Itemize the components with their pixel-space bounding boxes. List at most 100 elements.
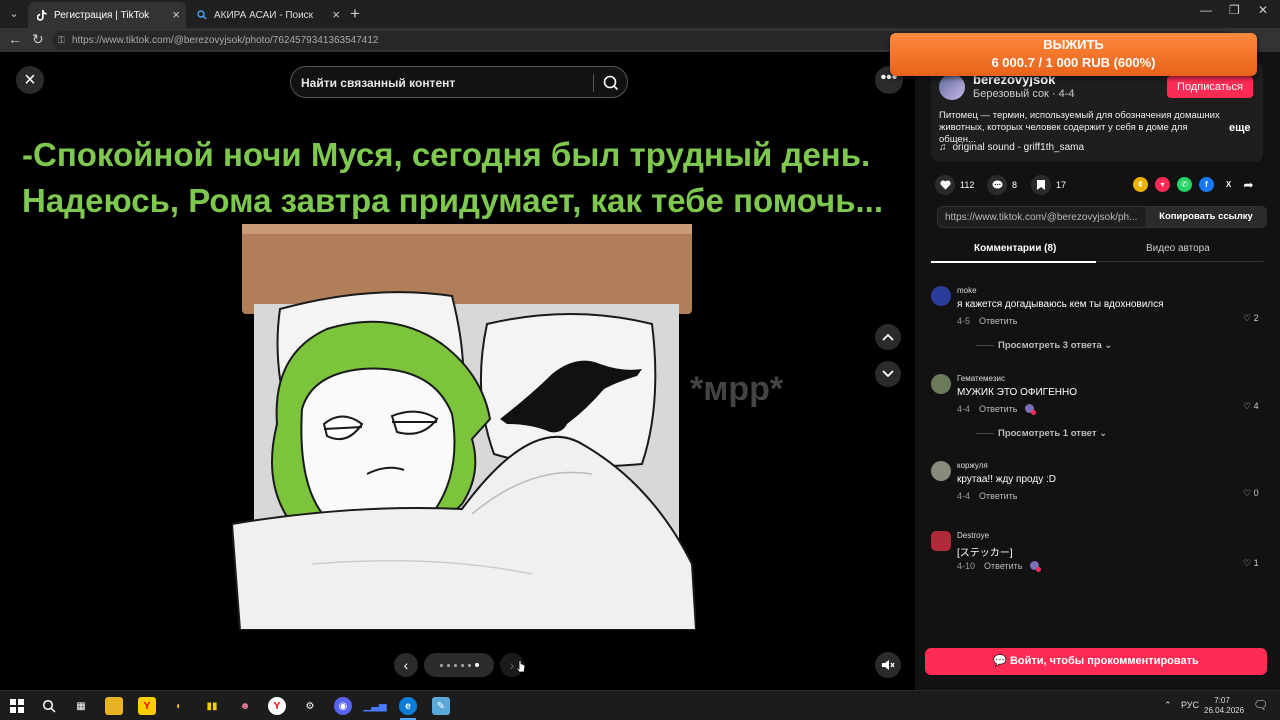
notepad-icon[interactable]: ✎ xyxy=(432,697,450,715)
comment-like-button[interactable]: ♡ 0 xyxy=(1243,488,1259,499)
previous-post-button[interactable] xyxy=(875,324,901,350)
search-input[interactable]: Найти связанный контент xyxy=(301,76,455,90)
login-to-comment-label: Войти, чтобы прокомментировать xyxy=(1009,655,1199,667)
facebook-icon[interactable]: f xyxy=(1199,177,1214,192)
comment-meta: 4-5 Ответить xyxy=(957,316,1018,326)
search-icon[interactable] xyxy=(40,697,58,715)
copy-link-button[interactable]: Копировать ссылку xyxy=(1145,207,1267,227)
yandex-icon[interactable]: Y xyxy=(138,697,156,715)
tab-comments[interactable]: Комментарии (8) xyxy=(974,243,1056,254)
tab-actions-menu-button[interactable]: ⌄ xyxy=(4,4,24,24)
coin-share-icon[interactable]: ¢ xyxy=(1133,177,1148,192)
reply-button[interactable]: Ответить xyxy=(979,316,1017,326)
tray-overflow-icon[interactable]: ⌃ xyxy=(1164,700,1172,711)
comment-like-count: 4 xyxy=(1253,401,1259,411)
related-content-search[interactable]: Найти связанный контент xyxy=(290,66,628,98)
casino-ad-banner[interactable]: ВЫЖИТЬ 6 000.7 / 1 000 RUB (600%) xyxy=(890,33,1257,76)
new-tab-button[interactable]: + xyxy=(350,4,360,24)
commenter-avatar[interactable] xyxy=(931,374,951,394)
notifications-icon[interactable]: 🗨 xyxy=(1253,698,1268,712)
edge-browser-icon[interactable]: e xyxy=(399,697,417,715)
close-viewer-button[interactable]: × xyxy=(16,66,44,94)
author-avatar[interactable] xyxy=(939,74,965,100)
previous-photo-button[interactable]: ‹ xyxy=(394,653,418,677)
restore-icon[interactable]: ❐ xyxy=(1229,3,1240,17)
reply-button[interactable]: Ответить xyxy=(984,561,1022,571)
creator-reply-badge xyxy=(1029,561,1041,573)
ad-amount: 6 000.7 / 1 000 RUB (600%) xyxy=(991,55,1156,70)
browser-tab-tiktok[interactable]: Регистрация | TikTok × xyxy=(28,2,186,28)
close-window-icon[interactable]: ✕ xyxy=(1258,3,1268,17)
commenter-name[interactable]: Гематемезис xyxy=(957,374,1005,383)
reply-button[interactable]: Ответить xyxy=(979,404,1017,414)
file-explorer-icon[interactable] xyxy=(105,697,123,715)
follow-button[interactable]: Подписаться xyxy=(1167,76,1253,98)
view-replies-link[interactable]: Просмотреть 1 ответ ⌄ xyxy=(976,428,1107,439)
chart-app-icon[interactable]: ▁▃▅ xyxy=(363,697,387,715)
comment-like-count: 0 xyxy=(1253,488,1259,498)
like-action[interactable]: 112 xyxy=(935,174,974,196)
comment-like-button[interactable]: ♡ 2 xyxy=(1243,313,1259,324)
tab-author-videos[interactable]: Видео автора xyxy=(1146,243,1210,254)
reload-icon[interactable]: ↻ xyxy=(32,31,44,48)
search-icon xyxy=(196,9,208,21)
taskbar-clock[interactable]: 7:07 26.04.2026 xyxy=(1204,696,1244,716)
discord-icon[interactable]: ◉ xyxy=(334,697,352,715)
comment-like-button[interactable]: ♡ 1 xyxy=(1243,558,1259,569)
sound-link[interactable]: ♫ original sound - griff1th_sama xyxy=(939,142,1084,153)
repost-share-icon[interactable]: ▾ xyxy=(1155,177,1170,192)
minimize-icon[interactable]: — xyxy=(1200,3,1212,17)
steam-icon[interactable]: ⚙ xyxy=(301,697,319,715)
next-post-button[interactable] xyxy=(875,361,901,387)
x-icon[interactable]: X xyxy=(1221,177,1236,192)
mouse-pointer-icon xyxy=(516,660,526,673)
comment-count: 8 xyxy=(1012,180,1018,190)
yandex-browser-icon[interactable]: Y xyxy=(268,697,286,715)
app-bars-icon[interactable]: ▮▮ xyxy=(203,697,221,715)
description-more-link[interactable]: еще xyxy=(1229,122,1251,134)
pagination-dot[interactable] xyxy=(460,663,464,667)
back-arrow-icon[interactable]: ← xyxy=(8,31,22,47)
share-link-text[interactable]: https://www.tiktok.com/@berezovyjsok/ph.… xyxy=(945,212,1137,223)
close-tab-icon[interactable]: × xyxy=(332,7,340,22)
sound-title: original sound - griff1th_sama xyxy=(952,142,1085,153)
site-info-icon[interactable]: ⚿ xyxy=(58,31,65,50)
search-icon[interactable] xyxy=(601,73,621,93)
whatsapp-icon[interactable]: ✆ xyxy=(1177,177,1192,192)
comment-text: МУЖИК ЭТО ОФИГЕННО xyxy=(957,387,1077,398)
pagination-dot[interactable] xyxy=(467,663,471,667)
windows-start-icon[interactable] xyxy=(8,697,26,715)
commenter-avatar[interactable] xyxy=(931,461,951,481)
commenter-name[interactable]: Destroye xyxy=(957,531,989,540)
commenter-name[interactable]: moke xyxy=(957,286,977,295)
share-arrow-icon[interactable]: ➦ xyxy=(1241,177,1256,192)
commenter-avatar[interactable] xyxy=(931,531,951,551)
search-divider xyxy=(593,74,594,92)
post-description: Питомец — термин, используемый для обозн… xyxy=(939,110,1220,145)
commenter-name[interactable]: коржуля xyxy=(957,461,988,470)
view-replies-label: Просмотреть 3 ответа xyxy=(998,340,1102,351)
active-tab-indicator xyxy=(931,261,1096,263)
commenter-avatar[interactable] xyxy=(931,286,951,306)
mute-button[interactable] xyxy=(875,652,901,678)
comment-like-button[interactable]: ♡ 4 xyxy=(1243,401,1259,412)
character-app-icon[interactable]: ☻ xyxy=(236,697,254,715)
view-replies-link[interactable]: Просмотреть 3 ответа ⌄ xyxy=(976,340,1112,351)
language-indicator[interactable]: РУС xyxy=(1181,700,1199,710)
browser-tab-search[interactable]: АКИРА АСАИ - Поиск × xyxy=(188,2,346,28)
reply-button[interactable]: Ответить xyxy=(979,491,1017,501)
purr-text: *мрр* xyxy=(690,370,784,408)
close-tab-icon[interactable]: × xyxy=(172,7,180,22)
comment-action[interactable]: 8 xyxy=(987,174,1017,196)
pagination-dot-active[interactable] xyxy=(474,663,479,667)
pagination-dot[interactable] xyxy=(439,663,443,667)
photo-viewer: × Найти связанный контент ••• -Спокойной… xyxy=(0,52,915,690)
save-action[interactable]: 17 xyxy=(1031,174,1066,196)
pagination-dot[interactable] xyxy=(453,663,457,667)
login-to-comment-button[interactable]: 💬 Войти, чтобы прокомментировать xyxy=(925,648,1267,675)
app-circle-icon[interactable]: ◐ xyxy=(170,697,188,715)
task-view-icon[interactable]: ▦ xyxy=(72,697,90,715)
pagination-dot[interactable] xyxy=(446,663,450,667)
tab-title: АКИРА АСАИ - Поиск xyxy=(214,9,314,21)
chevron-up-icon xyxy=(882,333,894,341)
